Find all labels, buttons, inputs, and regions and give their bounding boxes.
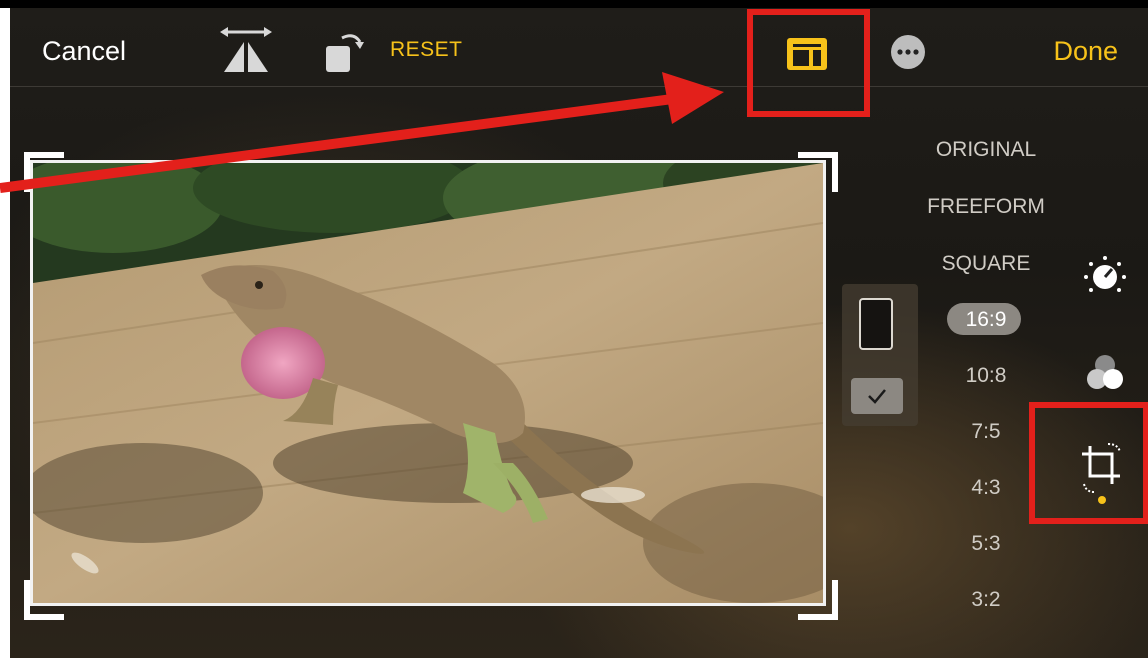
ratio-16-9[interactable]: 16:9 — [911, 308, 1061, 332]
checkmark-icon — [868, 389, 886, 404]
crop-handle-bottom-right[interactable] — [798, 580, 838, 620]
rotate-icon[interactable] — [322, 28, 372, 78]
filters-icon[interactable] — [1082, 350, 1128, 396]
aspect-ratio-icon[interactable] — [785, 34, 829, 74]
landscape-orientation-button[interactable] — [851, 378, 903, 414]
ratio-4-3[interactable]: 4:3 — [911, 476, 1061, 500]
ratio-freeform[interactable]: FREEFORM — [911, 195, 1061, 219]
more-icon[interactable] — [888, 32, 928, 72]
cancel-button[interactable]: Cancel — [42, 36, 126, 67]
reset-button[interactable]: RESET — [390, 38, 463, 62]
ratio-original[interactable]: ORIGINAL — [911, 138, 1061, 162]
ratio-square[interactable]: SQUARE — [911, 252, 1061, 276]
flip-horizontal-icon[interactable] — [218, 26, 274, 76]
ratio-10-8[interactable]: 10:8 — [911, 364, 1061, 388]
crop-rotate-icon[interactable] — [1078, 440, 1126, 506]
crop-frame[interactable] — [30, 160, 826, 606]
anole-lizard-photo — [33, 163, 823, 603]
ratio-5-3[interactable]: 5:3 — [911, 532, 1061, 556]
adjust-dial-icon[interactable] — [1082, 254, 1128, 300]
crop-handle-bottom-left[interactable] — [24, 580, 64, 620]
edit-toolbar: Cancel RESET Done — [10, 8, 1148, 87]
photo-edit-screen: Cancel RESET Done ORIGINAL FREEFORM SQUA… — [10, 8, 1148, 658]
done-button[interactable]: Done — [1053, 36, 1118, 67]
crop-handle-top-right[interactable] — [798, 152, 838, 192]
ratio-7-5[interactable]: 7:5 — [911, 420, 1061, 444]
ratio-3-2[interactable]: 3:2 — [911, 588, 1061, 612]
top-black-strip — [0, 0, 1148, 8]
portrait-orientation-icon[interactable] — [859, 298, 893, 350]
crop-handle-top-left[interactable] — [24, 152, 64, 192]
